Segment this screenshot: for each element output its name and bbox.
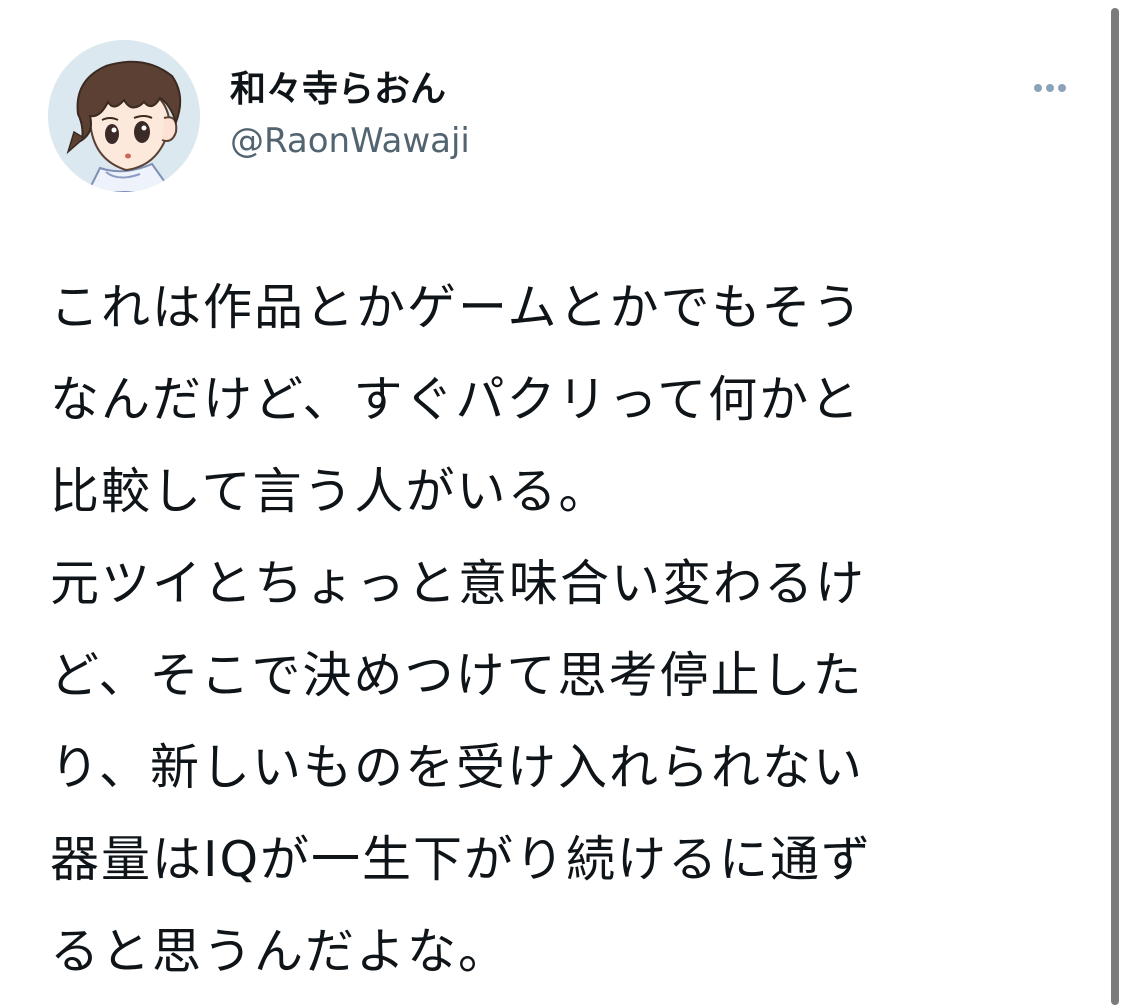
more-horizontal-icon	[1034, 84, 1066, 92]
tweet-text-line: 元ツイとちょっと意味合い変わるけ	[50, 555, 867, 612]
tweet-text-line: ると思うんだよな。	[50, 923, 510, 980]
tweet-text-line: なんだけど、すぐパクリって何かと	[50, 371, 862, 428]
user-avatar[interactable]	[48, 40, 200, 192]
more-options-button[interactable]	[1022, 68, 1078, 108]
tweet-card: 和々寺らおん @RaonWawaji これは作品とかゲームとかでもそう なんだけ…	[0, 0, 1108, 1005]
tweet-text-line: 比較して言う人がいる。	[50, 463, 610, 520]
tweet-text: これは作品とかゲームとかでもそう なんだけど、すぐパクリって何かと 比較して言う…	[50, 262, 1050, 998]
anime-boy-avatar-icon	[48, 40, 200, 192]
tweet-text-line: り、新しいものを受け入れられない	[50, 739, 865, 796]
scrollbar-thumb[interactable]	[1111, 8, 1119, 1005]
scrollbar-track[interactable]	[1108, 0, 1125, 1005]
user-names: 和々寺らおん @RaonWawaji	[230, 68, 470, 164]
user-handle[interactable]: @RaonWawaji	[230, 118, 470, 164]
tweet-text-line: 器量はIQが一生下がり続けるに通ず	[50, 831, 873, 888]
tweet-text-line: これは作品とかゲームとかでもそう	[50, 279, 864, 336]
tweet-text-line: ど、そこで決めつけて思考停止した	[50, 647, 864, 704]
display-name[interactable]: 和々寺らおん	[230, 68, 470, 112]
tweet-header: 和々寺らおん @RaonWawaji	[48, 40, 1078, 192]
